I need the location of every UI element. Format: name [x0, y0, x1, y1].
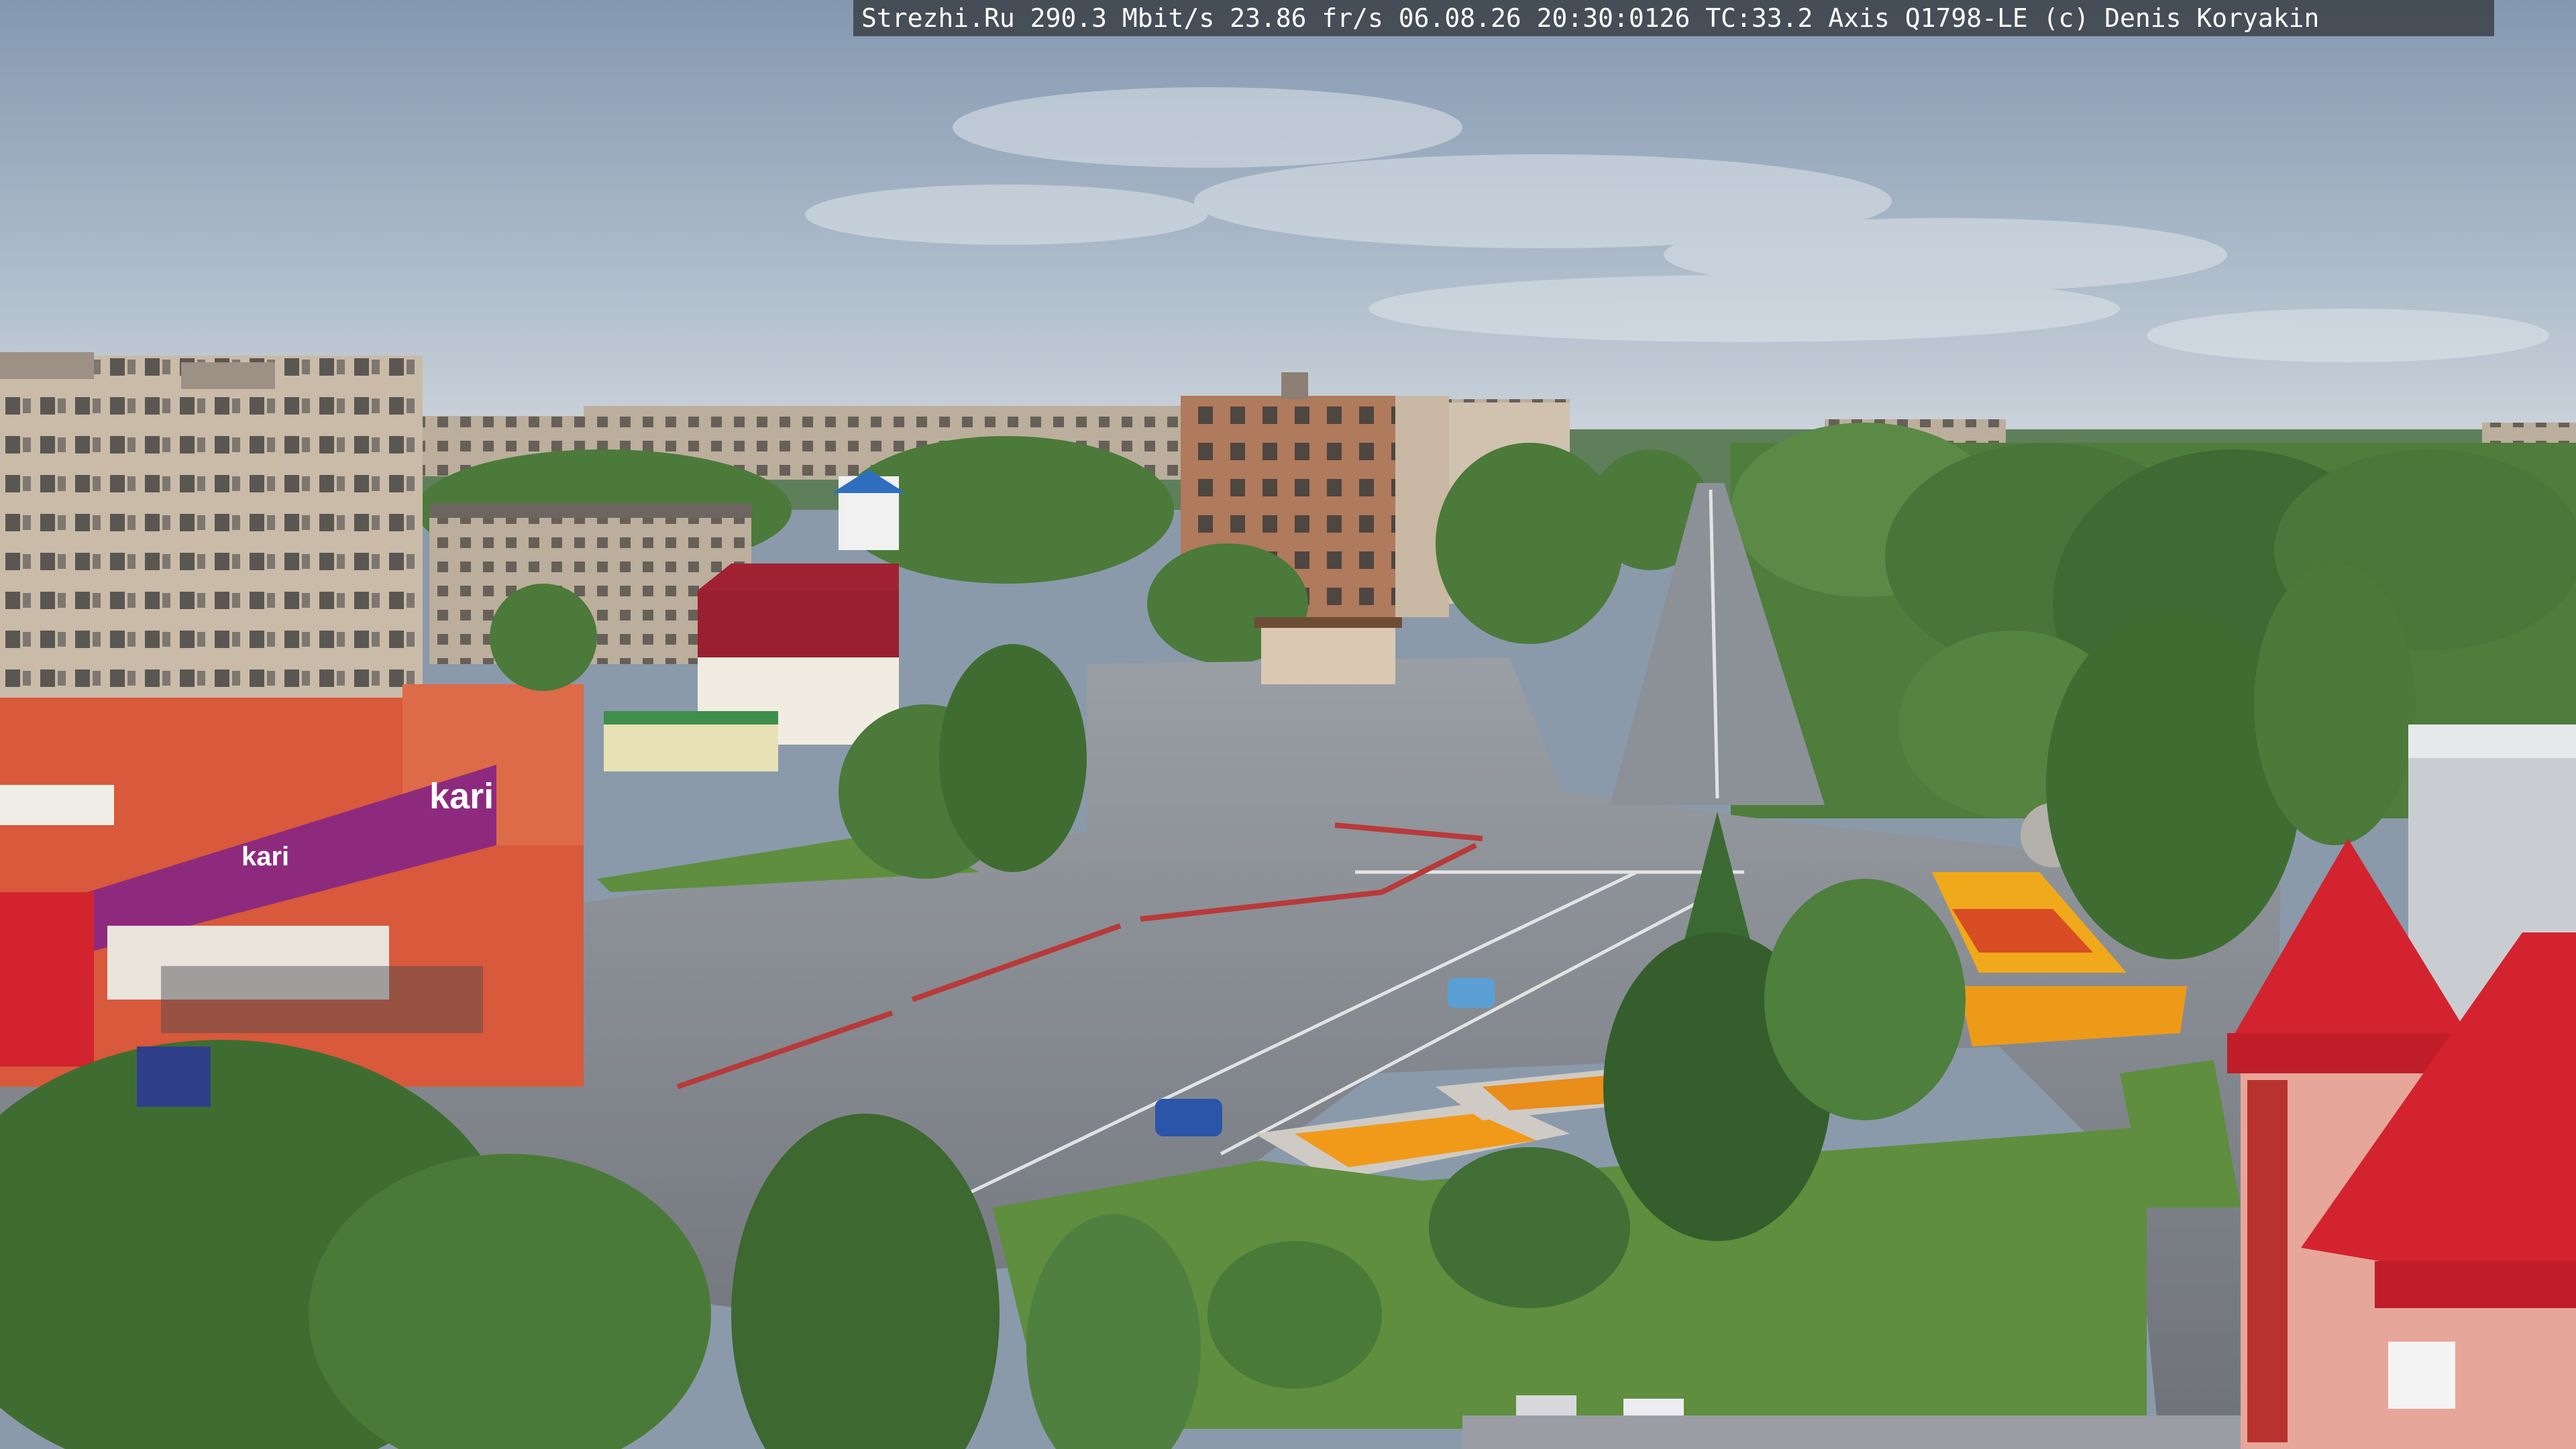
pavilion	[1254, 617, 1402, 684]
kari-logo-text: kari	[429, 776, 494, 816]
foreground-parking	[1462, 1415, 2241, 1449]
kari-small-text: kari	[241, 842, 289, 871]
webcam-scene: kari kari	[0, 0, 2576, 1449]
kari-store-building	[0, 684, 584, 1087]
camera-info-overlay: Strezhi.Ru 290.3 Mbit/s 23.86 fr/s 06.08…	[853, 0, 2494, 36]
